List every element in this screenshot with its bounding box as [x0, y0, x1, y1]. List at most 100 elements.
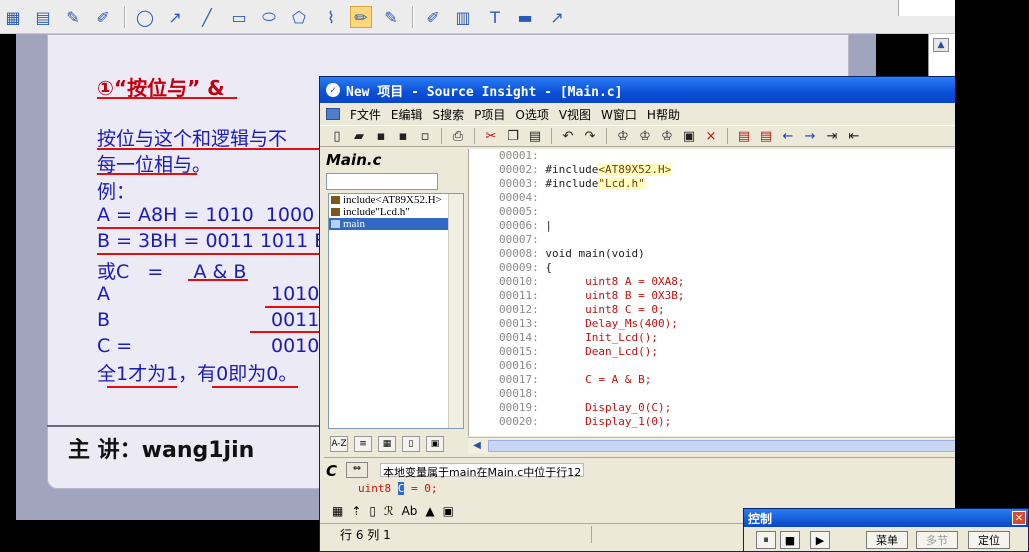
scroll-left-icon[interactable]: ◀ — [470, 440, 484, 452]
symbol-item-selected[interactable]: main — [329, 218, 463, 230]
menu-help[interactable]: H帮助 — [647, 106, 680, 123]
code-line[interactable]: 00020: Display_1(0); — [499, 415, 671, 429]
indent-icon[interactable]: ⇥ — [823, 129, 841, 144]
forward-arrow-icon[interactable]: → — [801, 129, 819, 144]
code-line[interactable]: 00004: — [499, 191, 545, 205]
copy-icon[interactable]: ❐ — [504, 129, 522, 144]
code-line[interactable]: 00011: uint8 B = 0X3B; — [499, 289, 684, 303]
stamp-tool-icon[interactable]: ✐ — [422, 6, 444, 28]
ellipse-tool-icon[interactable]: ⬭ — [258, 6, 280, 28]
find-next-icon[interactable]: ♔ — [658, 129, 676, 144]
book-icon[interactable]: ▯ — [402, 436, 420, 452]
code-editor[interactable]: 00001: 00002: #include<AT89X52.H> 00003: … — [468, 149, 960, 436]
select-tool-icon[interactable]: ▦ — [2, 6, 24, 28]
stop-icon[interactable]: ■ — [780, 531, 800, 549]
cut-icon[interactable]: ✂ — [482, 129, 500, 144]
close-file-icon[interactable]: ▫ — [416, 129, 434, 144]
print-icon[interactable]: ⎙ — [449, 129, 467, 144]
book-icon[interactable]: ▯ — [369, 504, 376, 518]
window-menu-icon[interactable] — [326, 108, 340, 120]
jump-icon[interactable]: ⇡ — [351, 504, 361, 518]
next-icon[interactable]: ▶ — [810, 531, 830, 549]
symbol-item[interactable]: include<AT89X52.H> — [329, 194, 463, 206]
freehand-tool-icon[interactable]: ⌇ — [320, 6, 342, 28]
code-line[interactable]: 00001: — [499, 149, 545, 163]
rectangle-tool-icon[interactable]: ▭ — [228, 6, 250, 28]
code-line[interactable]: 00009: { — [499, 261, 552, 275]
menu-file[interactable]: F文件 — [350, 106, 381, 123]
menu-search[interactable]: S搜索 — [433, 106, 465, 123]
polygon-tool-icon[interactable]: ⬠ — [288, 6, 310, 28]
context-toggle-icon[interactable]: ▦ — [332, 504, 343, 518]
redo-icon[interactable]: ↷ — [581, 129, 599, 144]
bookmark-next-icon[interactable]: ▤ — [757, 129, 775, 144]
code-line[interactable]: 00018: — [499, 387, 585, 401]
text-tool-icon[interactable]: T — [484, 6, 506, 28]
outdent-icon[interactable]: ⇤ — [845, 129, 863, 144]
context-option-icon[interactable]: ⇔ — [346, 462, 368, 478]
lock-icon[interactable]: ▲ — [425, 504, 434, 518]
close-icon[interactable]: ✕ — [1012, 511, 1026, 525]
back-arrow-icon[interactable]: ← — [779, 129, 797, 144]
highlighter-tool-icon[interactable]: ✎ — [380, 6, 402, 28]
properties-icon[interactable]: ▣ — [426, 436, 444, 452]
multi-section-button[interactable]: 多节 — [916, 531, 958, 549]
lookup-icon[interactable]: × — [702, 129, 720, 144]
code-line[interactable]: 00017: C = A & B; — [499, 373, 651, 387]
pause-icon[interactable]: ⏸ — [756, 531, 776, 549]
menu-project[interactable]: P项目 — [474, 106, 505, 123]
code-line[interactable]: 00016: — [499, 359, 585, 373]
paste-icon[interactable]: ▤ — [526, 129, 544, 144]
references-icon[interactable]: ℛ — [384, 504, 394, 518]
line-tool-icon[interactable]: ╱ — [196, 6, 218, 28]
code-line[interactable]: 00005: — [499, 205, 545, 219]
code-line[interactable]: 00003: #include"Lcd.h" — [499, 177, 645, 191]
code-line[interactable]: 00010: uint8 A = 0XA8; — [499, 275, 684, 289]
menu-button[interactable]: 菜单 — [866, 531, 908, 549]
menu-edit[interactable]: E编辑 — [391, 106, 423, 123]
undo-icon[interactable]: ↶ — [559, 129, 577, 144]
arrow-tool-icon[interactable]: ↗ — [164, 6, 186, 28]
find-icon[interactable]: ♔ — [614, 129, 632, 144]
save-all-icon[interactable]: ▪ — [394, 129, 412, 144]
text-style-icon[interactable]: Ab — [402, 504, 418, 518]
symbol-list-scrollbar[interactable] — [448, 194, 463, 428]
menu-options[interactable]: O选项 — [515, 106, 548, 123]
symbol-item[interactable]: include"Lcd.h" — [329, 206, 463, 218]
pen-tool-icon[interactable]: ✏ — [350, 6, 372, 28]
code-line[interactable]: 00007: — [499, 233, 545, 247]
find-prev-icon[interactable]: ♔ — [636, 129, 654, 144]
open-file-icon[interactable]: ▰ — [350, 129, 368, 144]
scrollbar-thumb[interactable] — [488, 440, 958, 452]
comment-tool-icon[interactable]: ▬ — [514, 6, 536, 28]
menu-window[interactable]: W窗口 — [601, 106, 637, 123]
symbol-filter-input[interactable] — [326, 173, 438, 190]
save-icon[interactable]: ▪ — [372, 129, 390, 144]
locate-button[interactable]: 定位 — [968, 531, 1010, 549]
edit-tool-icon[interactable]: ✎ — [62, 6, 84, 28]
bookmark-icon[interactable]: ▤ — [735, 129, 753, 144]
code-horizontal-scrollbar[interactable]: ◀ — [468, 437, 960, 453]
code-line[interactable]: 00015: Dean_Lcd(); — [499, 345, 658, 359]
code-line[interactable]: 00013: Delay_Ms(400); — [499, 317, 678, 331]
code-line[interactable]: 00012: uint8 C = 0; — [499, 303, 665, 317]
film-tool-icon[interactable]: ▤ — [32, 6, 54, 28]
new-file-icon[interactable]: ▯ — [328, 129, 346, 144]
code-line[interactable]: 00014: Init_Lcd(); — [499, 331, 658, 345]
category-icon[interactable]: ▦ — [378, 436, 396, 452]
menu-view[interactable]: V视图 — [559, 106, 591, 123]
erase-tool-icon[interactable]: ✐ — [92, 6, 114, 28]
replace-icon[interactable]: ▣ — [680, 129, 698, 144]
sort-az-icon[interactable]: A-Z — [330, 436, 348, 452]
properties-icon[interactable]: ▣ — [443, 504, 454, 518]
code-line[interactable]: 00008: void main(void) — [499, 247, 645, 261]
pen-underline — [188, 279, 248, 281]
scroll-up-icon[interactable]: ▲ — [933, 38, 949, 52]
code-line[interactable]: 00019: Display_0(C); — [499, 401, 671, 415]
pointer-arrow-icon[interactable]: ↗ — [546, 6, 568, 28]
code-line[interactable]: 00006: | — [499, 219, 552, 233]
list-view-icon[interactable]: ≡ — [354, 436, 372, 452]
note-tool-icon[interactable]: ▥ — [452, 6, 474, 28]
circle-tool-icon[interactable]: ◯ — [134, 6, 156, 28]
code-line[interactable]: 00002: #include<AT89X52.H> — [499, 163, 672, 177]
